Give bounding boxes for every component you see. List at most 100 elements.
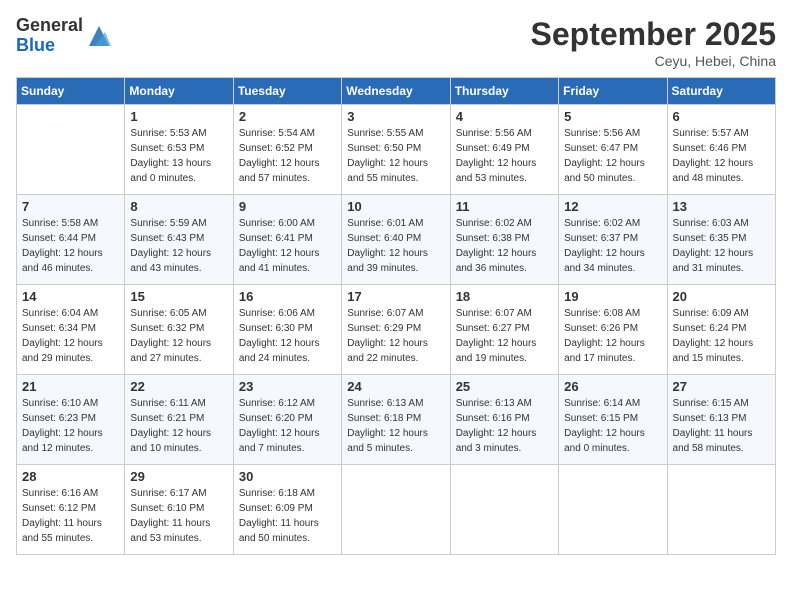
day-info: Sunrise: 5:56 AMSunset: 6:49 PMDaylight:… [456, 126, 553, 186]
day-cell: 1 Sunrise: 5:53 AMSunset: 6:53 PMDaylight… [125, 105, 233, 195]
logo-general-text: General [16, 16, 83, 36]
calendar-header: SundayMondayTuesdayWednesdayThursdayFrid… [17, 78, 776, 105]
day-number: 2 [239, 109, 336, 124]
day-info: Sunrise: 6:13 AMSunset: 6:18 PMDaylight:… [347, 396, 444, 456]
day-info: Sunrise: 6:02 AMSunset: 6:37 PMDaylight:… [564, 216, 661, 276]
month-title: September 2025 [531, 16, 776, 53]
day-info: Sunrise: 5:57 AMSunset: 6:46 PMDaylight:… [673, 126, 770, 186]
day-number: 21 [22, 379, 119, 394]
day-info: Sunrise: 5:59 AMSunset: 6:43 PMDaylight:… [130, 216, 227, 276]
day-cell: 4 Sunrise: 5:56 AMSunset: 6:49 PMDaylight… [450, 105, 558, 195]
day-info: Sunrise: 6:10 AMSunset: 6:23 PMDaylight:… [22, 396, 119, 456]
day-info: Sunrise: 6:12 AMSunset: 6:20 PMDaylight:… [239, 396, 336, 456]
week-row-5: 28 Sunrise: 6:16 AMSunset: 6:12 PMDayligh… [17, 465, 776, 555]
day-cell: 18 Sunrise: 6:07 AMSunset: 6:27 PMDayligh… [450, 285, 558, 375]
day-number: 6 [673, 109, 770, 124]
day-info: Sunrise: 5:53 AMSunset: 6:53 PMDaylight:… [130, 126, 227, 186]
day-cell: 13Sunrise: 6:03 AMSunset: 6:35 PMDayligh… [667, 195, 775, 285]
day-number: 26 [564, 379, 661, 394]
day-number: 22 [130, 379, 227, 394]
day-cell: 20Sunrise: 6:09 AMSunset: 6:24 PMDayligh… [667, 285, 775, 375]
day-info: Sunrise: 5:56 AMSunset: 6:47 PMDaylight:… [564, 126, 661, 186]
day-info: Sunrise: 6:11 AMSunset: 6:21 PMDaylight:… [130, 396, 227, 456]
day-info: Sunrise: 6:07 AMSunset: 6:27 PMDaylight:… [456, 306, 553, 366]
day-cell: 5 Sunrise: 5:56 AMSunset: 6:47 PMDaylight… [559, 105, 667, 195]
subtitle: Ceyu, Hebei, China [531, 53, 776, 69]
day-info: Sunrise: 5:58 AMSunset: 6:44 PMDaylight:… [22, 216, 119, 276]
header-cell-monday: Monday [125, 78, 233, 105]
day-number: 3 [347, 109, 444, 124]
day-number: 5 [564, 109, 661, 124]
day-number: 8 [130, 199, 227, 214]
day-number: 28 [22, 469, 119, 484]
day-cell: 27 Sunrise: 6:15 AMSunset: 6:13 PMDayligh… [667, 375, 775, 465]
day-cell: 15 Sunrise: 6:05 AMSunset: 6:32 PMDayligh… [125, 285, 233, 375]
day-info: Sunrise: 6:05 AMSunset: 6:32 PMDaylight:… [130, 306, 227, 366]
day-info: Sunrise: 6:07 AMSunset: 6:29 PMDaylight:… [347, 306, 444, 366]
day-cell: 22 Sunrise: 6:11 AMSunset: 6:21 PMDayligh… [125, 375, 233, 465]
day-number: 30 [239, 469, 336, 484]
day-number: 12 [564, 199, 661, 214]
day-number: 15 [130, 289, 227, 304]
day-number: 1 [130, 109, 227, 124]
header-cell-tuesday: Tuesday [233, 78, 341, 105]
day-info: Sunrise: 6:13 AMSunset: 6:16 PMDaylight:… [456, 396, 553, 456]
day-cell: 23 Sunrise: 6:12 AMSunset: 6:20 PMDayligh… [233, 375, 341, 465]
day-info: Sunrise: 6:14 AMSunset: 6:15 PMDaylight:… [564, 396, 661, 456]
header-cell-thursday: Thursday [450, 78, 558, 105]
week-row-4: 21 Sunrise: 6:10 AMSunset: 6:23 PMDayligh… [17, 375, 776, 465]
day-number: 13 [673, 199, 770, 214]
day-cell [667, 465, 775, 555]
day-number: 11 [456, 199, 553, 214]
day-info: Sunrise: 6:15 AMSunset: 6:13 PMDaylight:… [673, 396, 770, 456]
day-cell: 29 Sunrise: 6:17 AMSunset: 6:10 PMDayligh… [125, 465, 233, 555]
day-number: 29 [130, 469, 227, 484]
day-info: Sunrise: 6:16 AMSunset: 6:12 PMDaylight:… [22, 486, 119, 546]
day-number: 19 [564, 289, 661, 304]
day-cell: 6 Sunrise: 5:57 AMSunset: 6:46 PMDaylight… [667, 105, 775, 195]
day-info: Sunrise: 6:17 AMSunset: 6:10 PMDaylight:… [130, 486, 227, 546]
day-number: 27 [673, 379, 770, 394]
day-cell: 11 Sunrise: 6:02 AMSunset: 6:38 PMDayligh… [450, 195, 558, 285]
day-info: Sunrise: 5:54 AMSunset: 6:52 PMDaylight:… [239, 126, 336, 186]
calendar-table: SundayMondayTuesdayWednesdayThursdayFrid… [16, 77, 776, 555]
day-cell: 19Sunrise: 6:08 AMSunset: 6:26 PMDayligh… [559, 285, 667, 375]
day-cell: 17 Sunrise: 6:07 AMSunset: 6:29 PMDayligh… [342, 285, 450, 375]
calendar-body: 1 Sunrise: 5:53 AMSunset: 6:53 PMDaylight… [17, 105, 776, 555]
day-info: Sunrise: 6:04 AMSunset: 6:34 PMDaylight:… [22, 306, 119, 366]
day-cell: 12 Sunrise: 6:02 AMSunset: 6:37 PMDayligh… [559, 195, 667, 285]
day-cell: 16 Sunrise: 6:06 AMSunset: 6:30 PMDayligh… [233, 285, 341, 375]
day-info: Sunrise: 6:06 AMSunset: 6:30 PMDaylight:… [239, 306, 336, 366]
header-cell-friday: Friday [559, 78, 667, 105]
day-cell [450, 465, 558, 555]
day-number: 23 [239, 379, 336, 394]
day-number: 18 [456, 289, 553, 304]
day-cell: 26 Sunrise: 6:14 AMSunset: 6:15 PMDayligh… [559, 375, 667, 465]
header-cell-sunday: Sunday [17, 78, 125, 105]
day-cell: 2 Sunrise: 5:54 AMSunset: 6:52 PMDaylight… [233, 105, 341, 195]
day-cell: 24Sunrise: 6:13 AMSunset: 6:18 PMDayligh… [342, 375, 450, 465]
day-cell: 21 Sunrise: 6:10 AMSunset: 6:23 PMDayligh… [17, 375, 125, 465]
day-cell [559, 465, 667, 555]
day-number: 14 [22, 289, 119, 304]
day-number: 4 [456, 109, 553, 124]
day-cell: 3 Sunrise: 5:55 AMSunset: 6:50 PMDaylight… [342, 105, 450, 195]
logo-icon [85, 22, 113, 50]
day-info: Sunrise: 6:02 AMSunset: 6:38 PMDaylight:… [456, 216, 553, 276]
day-number: 9 [239, 199, 336, 214]
day-info: Sunrise: 5:55 AMSunset: 6:50 PMDaylight:… [347, 126, 444, 186]
day-cell: 7Sunrise: 5:58 AMSunset: 6:44 PMDaylight… [17, 195, 125, 285]
day-number: 16 [239, 289, 336, 304]
week-row-1: 1 Sunrise: 5:53 AMSunset: 6:53 PMDaylight… [17, 105, 776, 195]
day-cell: 25Sunrise: 6:13 AMSunset: 6:16 PMDayligh… [450, 375, 558, 465]
header-cell-saturday: Saturday [667, 78, 775, 105]
header-row: SundayMondayTuesdayWednesdayThursdayFrid… [17, 78, 776, 105]
day-cell [342, 465, 450, 555]
day-cell: 8 Sunrise: 5:59 AMSunset: 6:43 PMDaylight… [125, 195, 233, 285]
day-cell: 28 Sunrise: 6:16 AMSunset: 6:12 PMDayligh… [17, 465, 125, 555]
day-number: 17 [347, 289, 444, 304]
day-cell: 9 Sunrise: 6:00 AMSunset: 6:41 PMDaylight… [233, 195, 341, 285]
day-cell: 30Sunrise: 6:18 AMSunset: 6:09 PMDayligh… [233, 465, 341, 555]
logo: General Blue [16, 16, 113, 56]
day-info: Sunrise: 6:00 AMSunset: 6:41 PMDaylight:… [239, 216, 336, 276]
